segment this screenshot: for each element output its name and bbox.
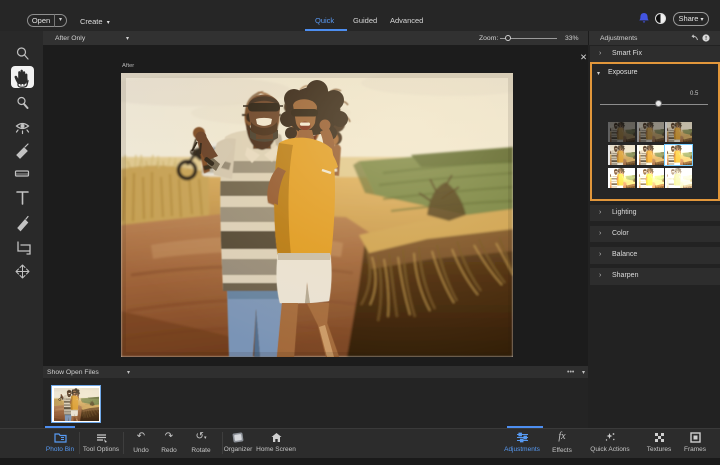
- svg-text:!: !: [705, 36, 707, 42]
